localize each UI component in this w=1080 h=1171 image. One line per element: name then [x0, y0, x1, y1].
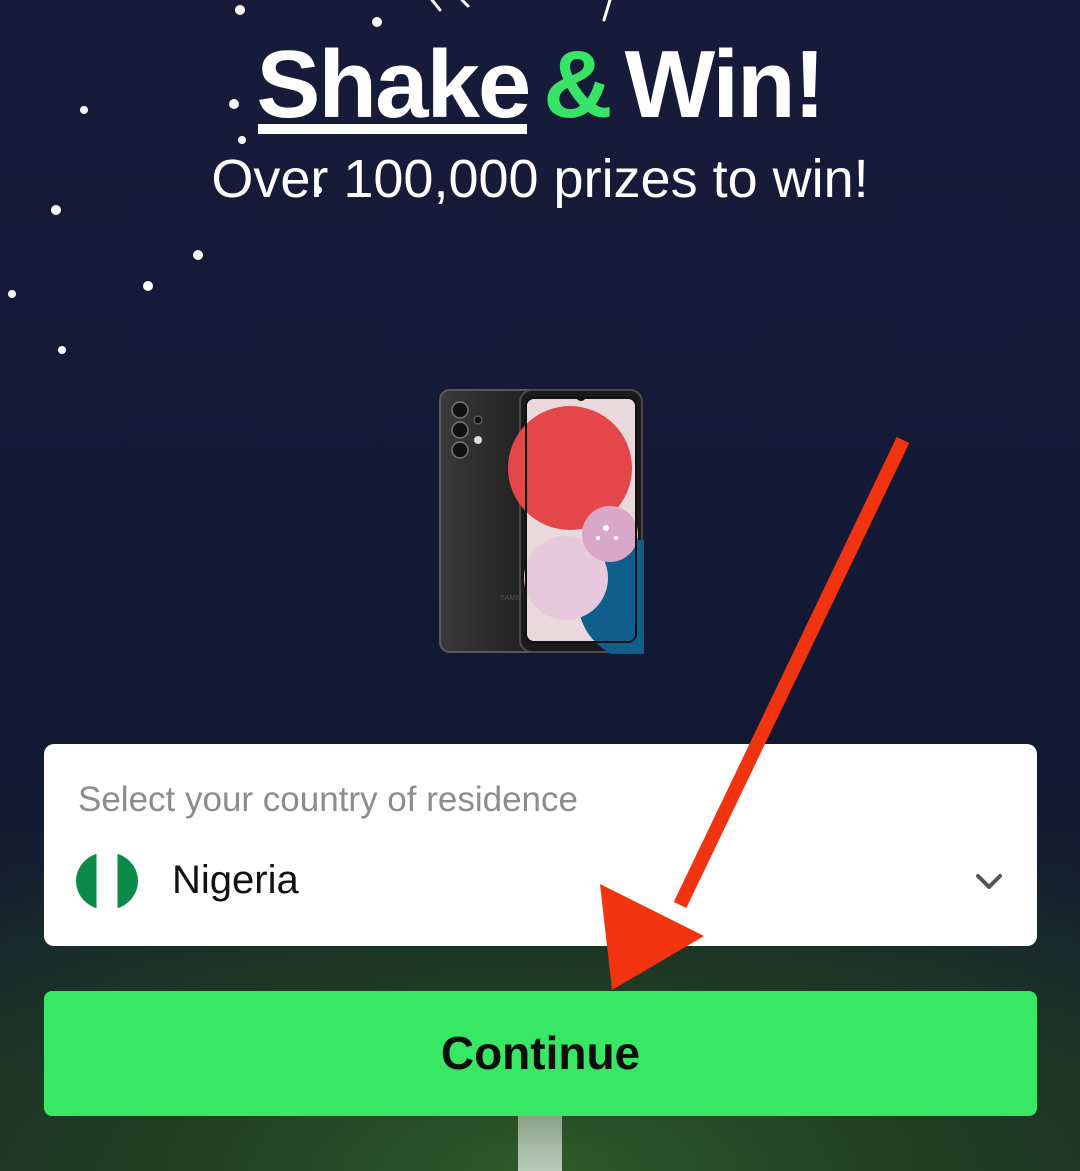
- country-select-label: Select your country of residence: [78, 780, 578, 819]
- nigeria-flag-icon: [76, 852, 138, 910]
- selected-country: Nigeria: [172, 858, 299, 902]
- title-ampersand: &: [543, 31, 612, 138]
- chevron-down-icon[interactable]: [972, 864, 1006, 898]
- country-select-value[interactable]: Nigeria: [76, 852, 1006, 912]
- page-subtitle: Over 100,000 prizes to win!: [211, 149, 869, 209]
- page-title: Shake & Win!: [0, 30, 1080, 140]
- title-part1: Shake: [256, 31, 531, 138]
- country-select[interactable]: Select your country of residence Nigeria: [44, 744, 1037, 946]
- smartphone-prize-icon: SAMSUNG: [439, 389, 644, 654]
- continue-button[interactable]: Continue: [44, 991, 1037, 1116]
- field-line: [518, 1116, 562, 1171]
- title-part2: Win!: [624, 31, 826, 138]
